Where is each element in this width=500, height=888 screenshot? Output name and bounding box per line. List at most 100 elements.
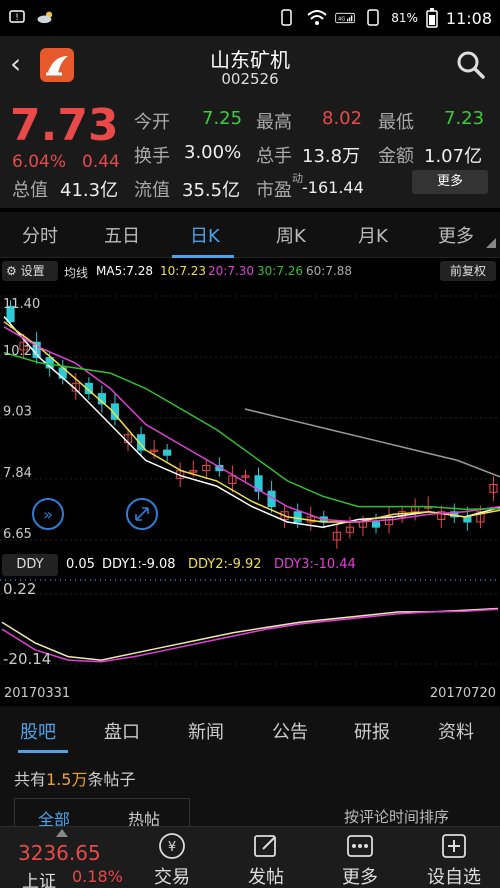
stock-name: 山东矿机 (210, 48, 290, 72)
ma10-value: 10:7.23 (160, 264, 207, 278)
more-dropdown-icon (486, 238, 496, 248)
stock-code: 002526 (221, 70, 279, 88)
tab-research[interactable]: 研报 (354, 718, 390, 744)
float-value: 35.5亿 (182, 180, 241, 201)
change-percent: 6.04% (12, 152, 67, 172)
open-label: 今开 (134, 112, 170, 133)
settings-label: 设置 (20, 264, 45, 278)
tab-news[interactable]: 新闻 (188, 718, 224, 744)
tab-five-day[interactable]: 五日 (104, 222, 140, 248)
index-name: 上证 (22, 872, 56, 888)
svg-text:¥: ¥ (168, 840, 176, 855)
fullscreen-button[interactable] (126, 498, 158, 530)
period-tabs: 分时 五日 日K 周K 月K 更多 (0, 212, 500, 258)
ma20-value: 20:7.30 (208, 264, 255, 278)
weather-icon (37, 11, 53, 24)
volume-value: 13.8万 (302, 146, 361, 167)
ddy-chart[interactable]: 0.22 -20.14 (0, 578, 500, 682)
nav-post-label: 发帖 (248, 867, 284, 888)
tab-daily-k[interactable]: 日K (190, 222, 220, 248)
nav-trade[interactable]: ¥ 交易 (132, 827, 212, 888)
kline-ma-lines (3, 316, 500, 528)
kline-ma-line-1 (3, 321, 500, 523)
expand-chart-button[interactable]: » (32, 498, 64, 530)
ma-title: 均线 (64, 266, 89, 280)
end-date: 20170720 (429, 686, 496, 701)
kline-y-tick-label: 10.21 (3, 344, 40, 359)
tab-announcements[interactable]: 公告 (272, 718, 308, 744)
volume-label: 总手 (256, 146, 292, 167)
wifi-icon (307, 10, 327, 25)
add-watchlist-icon (442, 834, 466, 858)
tab-orderbook[interactable]: 盘口 (104, 718, 140, 744)
expand-arrows-icon (135, 507, 149, 521)
ddy-y-tick-label: 0.22 (3, 580, 36, 598)
pe-label: 市盈 (256, 180, 292, 201)
forward-adjust-button[interactable]: 前复权 (440, 261, 496, 281)
ddy-grid (0, 579, 500, 665)
nav-add-watchlist[interactable]: 设自选 (414, 827, 494, 888)
tab-forum[interactable]: 股吧 (20, 718, 56, 744)
clock: 11:08 (445, 8, 492, 28)
ddy-indicator-button[interactable]: DDY (2, 554, 58, 576)
phone-icon (281, 9, 292, 26)
search-icon[interactable] (456, 50, 486, 80)
ddy3-value: DDY3:-10.44 (274, 557, 356, 572)
kline-ma-line-4 (244, 408, 500, 478)
nav-add-watchlist-label: 设自选 (427, 867, 481, 888)
tab-intraday[interactable]: 分时 (22, 222, 58, 248)
forum-panel: 共有1.5万条帖子 全部 热帖 按评论时间排序 (0, 754, 500, 832)
tab-more[interactable]: 更多 (438, 222, 474, 248)
tab-monthly-k[interactable]: 月K (358, 222, 388, 248)
nav-more-label: 更多 (342, 867, 378, 888)
nav-more[interactable]: 更多 (320, 827, 400, 888)
status-bar: ! 4G 81% 11:08 (0, 0, 500, 36)
sort-option[interactable]: 按评论时间排序 (344, 806, 449, 827)
quote-panel: 7.73 6.04% 0.44 今开 7.25 最高 8.02 最低 7.23 … (0, 94, 500, 208)
settings-button[interactable]: ⚙ 设置 (2, 261, 58, 281)
current-price: 7.73 (10, 100, 119, 151)
active-info-tab-indicator (18, 750, 68, 753)
battery-percent: 81% (391, 11, 418, 25)
more-dots-icon (347, 835, 373, 857)
kline-grid (0, 295, 500, 541)
signal-icon: 4G (335, 12, 355, 24)
ma5-value: MA5:7.28 (96, 264, 153, 278)
ma30-value: 30:7.26 (257, 264, 304, 278)
bottom-nav: 3236.65 上证 0.18% ¥ 交易 发帖 更多 设自选 (0, 826, 500, 888)
svg-text:4G: 4G (338, 17, 346, 23)
kline-ma-line-0 (3, 316, 500, 528)
high-value: 8.02 (322, 108, 363, 129)
notification-icon: ! (9, 10, 25, 23)
ddy-line-1 (1, 608, 499, 663)
more-quote-button[interactable]: 更多 (412, 170, 488, 194)
change-amount: 0.44 (82, 152, 120, 172)
ddy-value: 0.05 (66, 557, 95, 572)
open-value: 7.25 (202, 108, 243, 129)
index-value: 3236.65 (18, 841, 101, 865)
tab-weekly-k[interactable]: 周K (276, 222, 306, 248)
mktcap-value: 41.3亿 (60, 180, 119, 201)
low-label: 最低 (378, 112, 414, 133)
kline-y-tick-label: 7.84 (3, 466, 32, 481)
kline-candle-body (371, 521, 381, 528)
active-tab-indicator (172, 255, 234, 258)
ma60-value: 60:7.88 (306, 264, 353, 278)
kline-y-tick-label: 11.40 (3, 297, 40, 312)
kline-y-tick-label: 9.03 (3, 405, 32, 420)
caret-up-icon (56, 829, 68, 837)
high-label: 最高 (256, 112, 292, 133)
ddy2-value: DDY2:-9.92 (188, 557, 262, 572)
ddy-line-0 (1, 607, 499, 661)
amount-value: 1.07亿 (424, 146, 483, 167)
low-value: 7.23 (444, 108, 485, 129)
ddy-y-ticks: 0.22 -20.14 (3, 580, 51, 668)
pe-value: -161.44 (302, 178, 364, 197)
kline-candle-body (293, 511, 302, 523)
nav-post[interactable]: 发帖 (226, 827, 306, 888)
turnover-value: 3.00% (184, 142, 242, 163)
float-label: 流值 (134, 180, 170, 201)
kline-chart[interactable]: 11.40 10.21 9.03 7.84 6.65 » (0, 282, 500, 552)
post-count: 共有1.5万条帖子 (14, 766, 135, 790)
tab-profile[interactable]: 资料 (438, 718, 474, 744)
